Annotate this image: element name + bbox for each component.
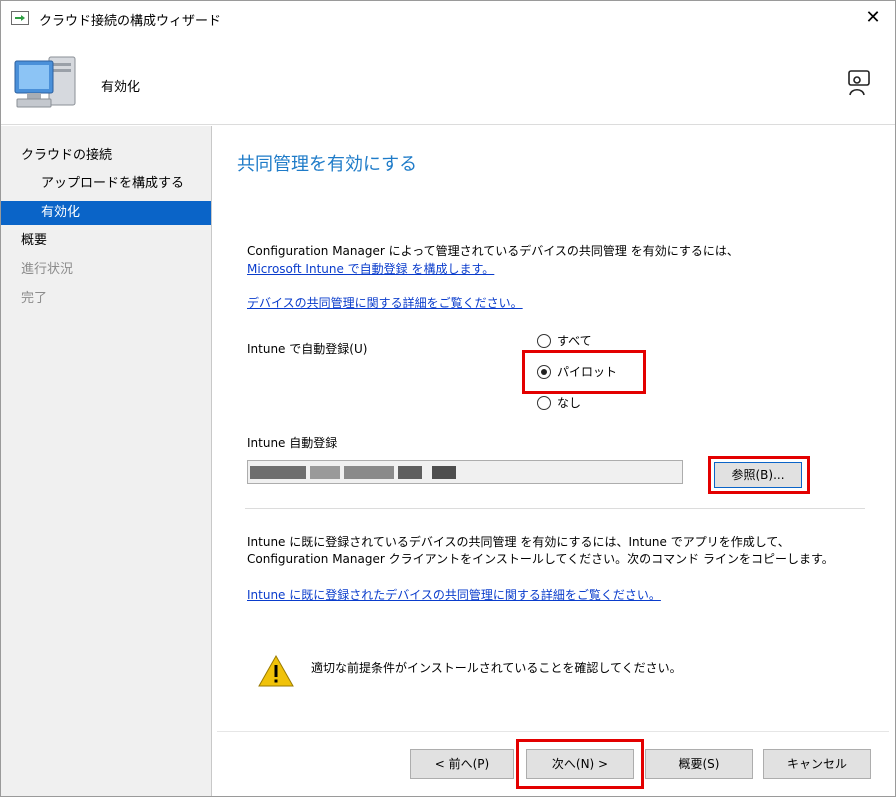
footer-divider [217,731,889,732]
wizard-window: クラウド接続の構成ウィザード ✕ 有効化 クラウドの接続 アップロードを構成する… [0,0,896,797]
wizard-content: 共同管理を有効にする Configuration Manager によって管理さ… [217,126,889,726]
nav-item-enable[interactable]: 有効化 [1,201,211,225]
nav-item-summary[interactable]: 概要 [1,229,211,253]
existing-devices-description: Intune に既に登録されているデバイスの共同管理 を有効にするには、Intu… [247,534,867,568]
auto-enroll-collection-field[interactable] [247,460,683,484]
section-divider [245,508,865,509]
next-highlight-box [516,739,644,789]
close-button[interactable]: ✕ [859,5,887,31]
wizard-app-icon [11,11,29,25]
wizard-sidebar: クラウドの接続 アップロードを構成する 有効化 概要 進行状況 完了 [1,126,212,796]
title-bar: クラウド接続の構成ウィザード ✕ [1,1,895,35]
redacted-text [250,466,306,479]
wizard-header: 有効化 [1,35,895,125]
auto-enroll-label: Intune で自動登録(U) [247,342,368,356]
comanagement-details-link[interactable]: デバイスの共同管理に関する詳細をご覧ください。 [247,294,523,311]
radio-none-label: なし [557,396,582,410]
radio-all-circle[interactable] [537,334,551,348]
auto-enroll-field-label: Intune 自動登録 [247,436,338,450]
header-title: 有効化 [101,80,141,95]
browse-highlight-box [708,456,810,494]
redacted-text [344,466,394,479]
existing-devices-line2: Configuration Manager クライアントをインストールしてくださ… [247,552,834,566]
warning-icon [258,654,294,687]
existing-devices-line1: Intune に既に登録されているデバイスの共同管理 を有効にするには、Intu… [247,535,790,549]
intune-auto-enroll-link[interactable]: Microsoft Intune で自動登録 を構成します。 [247,260,494,277]
existing-devices-details-link[interactable]: Intune に既に登録されたデバイスの共同管理に関する詳細をご覧ください。 [247,586,661,603]
redacted-text [310,466,340,479]
window-title: クラウド接続の構成ウィザード [39,14,222,29]
nav-item-complete: 完了 [21,291,48,306]
summary-button[interactable]: 概要(S) [645,749,753,779]
redacted-text [432,466,456,479]
radio-none-circle[interactable] [537,396,551,410]
radio-all[interactable]: すべて [537,331,592,351]
nav-item-progress: 進行状況 [21,262,74,277]
radio-none[interactable]: なし [537,393,581,413]
computer-icon [14,56,76,108]
radio-all-label: すべて [557,334,592,348]
nav-item-cloud-connection[interactable]: クラウドの接続 [1,144,211,168]
page-title: 共同管理を有効にする [237,154,418,175]
pilot-highlight-box [522,350,646,394]
nav-item-configure-upload[interactable]: アップロードを構成する [1,172,211,196]
cancel-button[interactable]: キャンセル [763,749,871,779]
comanagement-description: Configuration Manager によって管理されているデバイスの共同… [247,244,739,258]
redacted-text [398,466,422,479]
back-button[interactable]: < 前へ(P) [410,749,514,779]
feedback-icon[interactable] [845,69,873,97]
warning-text: 適切な前提条件がインストールされていることを確認してください。 [311,661,682,675]
